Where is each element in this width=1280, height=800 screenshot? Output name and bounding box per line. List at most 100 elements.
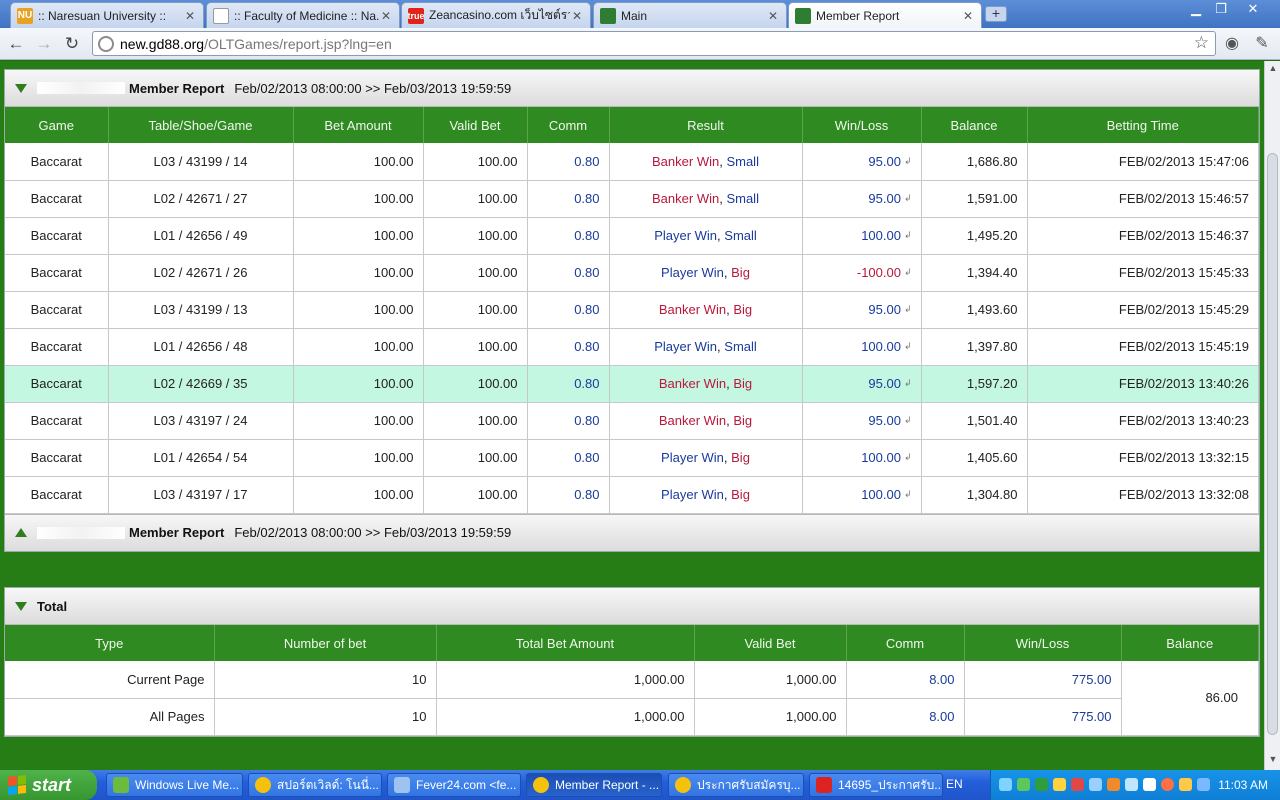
- task-fever24[interactable]: Fever24.com <fe...: [387, 773, 521, 797]
- volume-icon[interactable]: [1053, 778, 1066, 791]
- tray-app-icon[interactable]: [1089, 778, 1102, 791]
- signal-icon[interactable]: [1143, 778, 1156, 791]
- minimize-icon[interactable]: ▁: [1183, 0, 1209, 18]
- detail-arrow-icon[interactable]: ↲: [904, 156, 912, 166]
- tray-app-icon[interactable]: [1179, 778, 1192, 791]
- member-report-header[interactable]: Member Report Feb/02/2013 08:00:00 >> Fe…: [5, 70, 1259, 107]
- reload-icon[interactable]: ↻: [62, 34, 82, 54]
- win-loss-cell[interactable]: 100.00 ↲: [802, 217, 922, 255]
- detail-arrow-icon[interactable]: ↲: [904, 452, 912, 462]
- report-date-range: Feb/02/2013 08:00:00 >> Feb/03/2013 19:5…: [234, 80, 512, 96]
- tab-member-report[interactable]: Member Report ✕: [788, 2, 982, 28]
- collapse-triangle-icon[interactable]: [15, 601, 27, 611]
- result-cell[interactable]: Player Win, Small: [609, 328, 803, 366]
- tab-faculty-medicine[interactable]: :: Faculty of Medicine :: Na... ✕: [206, 2, 400, 28]
- collapse-triangle-icon[interactable]: [15, 83, 27, 93]
- detail-arrow-icon[interactable]: ↲: [904, 267, 912, 277]
- result-cell[interactable]: Banker Win, Big: [609, 365, 803, 403]
- member-report-header-2[interactable]: Member Report Feb/02/2013 08:00:00 >> Fe…: [5, 513, 1259, 551]
- task-member-report[interactable]: Member Report - ...: [526, 773, 662, 797]
- tray-app-icon[interactable]: [1035, 778, 1048, 791]
- total-header[interactable]: Total: [5, 588, 1259, 625]
- win-loss-cell[interactable]: 100.00 ↲: [802, 328, 922, 366]
- close-icon[interactable]: ✕: [379, 9, 393, 23]
- table-shoe-game-cell: L02 / 42671 / 26: [108, 254, 294, 292]
- tab-main[interactable]: Main ✕: [593, 2, 787, 28]
- tray-app-icon[interactable]: [1107, 778, 1120, 791]
- vertical-scrollbar[interactable]: ▲ ▼: [1264, 61, 1280, 770]
- col-type: Type: [5, 625, 215, 661]
- comm-cell: 0.80: [527, 143, 610, 181]
- network-icon[interactable]: [999, 778, 1012, 791]
- col-table-shoe-game: Table/Shoe/Game: [108, 107, 294, 143]
- detail-arrow-icon[interactable]: ↲: [904, 341, 912, 351]
- scroll-up-icon[interactable]: ▲: [1267, 63, 1279, 77]
- tray-app-icon[interactable]: [1125, 778, 1138, 791]
- task-pdf-document[interactable]: 14695_ประกาศรับ...: [809, 773, 943, 797]
- win-loss-cell[interactable]: 100.00 ↲: [802, 476, 922, 514]
- win-loss-cell[interactable]: 95.00 ↲: [802, 365, 922, 403]
- result-cell[interactable]: Banker Win, Small: [609, 180, 803, 218]
- col-game: Game: [5, 107, 109, 143]
- result-size: Big: [733, 302, 753, 317]
- close-icon[interactable]: ✕: [766, 9, 780, 23]
- win-loss-cell[interactable]: 95.00 ↲: [802, 402, 922, 440]
- tray-app-icon[interactable]: [1017, 778, 1030, 791]
- tray-app-icon[interactable]: [1071, 778, 1084, 791]
- result-cell[interactable]: Player Win, Small: [609, 217, 803, 255]
- win-loss-value: 95.00: [868, 302, 901, 317]
- expand-triangle-icon[interactable]: [15, 528, 27, 537]
- back-arrow-icon[interactable]: ←: [6, 34, 26, 54]
- result-cell[interactable]: Player Win, Big: [609, 439, 803, 477]
- game-cell: Baccarat: [5, 143, 109, 181]
- tab-naresuan[interactable]: NU :: Naresuan University :: ✕: [10, 2, 204, 28]
- scroll-down-icon[interactable]: ▼: [1267, 754, 1279, 768]
- task-windows-live-messenger[interactable]: Windows Live Me...: [106, 773, 243, 797]
- restore-icon[interactable]: ❐: [1208, 0, 1234, 18]
- wrench-menu-icon[interactable]: ✎: [1251, 33, 1273, 55]
- detail-arrow-icon[interactable]: ↲: [904, 415, 912, 425]
- scroll-thumb[interactable]: [1267, 153, 1278, 735]
- window-close-icon[interactable]: ✕: [1240, 0, 1266, 18]
- comm-cell: 8.00: [846, 661, 965, 699]
- count-cell: 10: [214, 661, 437, 699]
- detail-arrow-icon[interactable]: ↲: [904, 489, 912, 499]
- task-sportworld[interactable]: สปอร์ตเวิลด์: โนนี่...: [248, 773, 382, 797]
- close-icon[interactable]: ✕: [570, 9, 584, 23]
- win-loss-cell[interactable]: 100.00 ↲: [802, 439, 922, 477]
- task-announcement[interactable]: ประกาศรับสมัครบุ...: [668, 773, 804, 797]
- true-logo-icon: true: [408, 7, 425, 24]
- win-loss-value: 100.00: [861, 450, 901, 465]
- win-loss-cell[interactable]: 95.00 ↲: [802, 291, 922, 329]
- detail-arrow-icon[interactable]: ↲: [904, 193, 912, 203]
- win-loss-cell[interactable]: -100.00 ↲: [802, 254, 922, 292]
- address-bar[interactable]: new.gd88.org/OLTGames/report.jsp?lng=en …: [92, 31, 1216, 56]
- result-cell[interactable]: Banker Win, Big: [609, 291, 803, 329]
- detail-arrow-icon[interactable]: ↲: [904, 304, 912, 314]
- task-label: Windows Live Me...: [135, 778, 240, 792]
- win-loss-value: 95.00: [868, 413, 901, 428]
- win-loss-cell[interactable]: 95.00 ↲: [802, 143, 922, 181]
- betting-time-cell: FEB/02/2013 15:47:06: [1027, 143, 1259, 181]
- extension-eye-icon[interactable]: ◉: [1221, 33, 1243, 55]
- language-indicator[interactable]: EN: [946, 777, 963, 791]
- win-loss-cell[interactable]: 95.00 ↲: [802, 180, 922, 218]
- bet-amount-cell: 100.00: [293, 439, 424, 477]
- game-cell: Baccarat: [5, 402, 109, 440]
- bookmark-star-icon[interactable]: ☆: [1194, 33, 1209, 53]
- forward-arrow-icon[interactable]: →: [34, 34, 54, 54]
- result-cell[interactable]: Banker Win, Big: [609, 402, 803, 440]
- tray-app-icon[interactable]: [1197, 778, 1210, 791]
- tray-app-icon[interactable]: [1161, 778, 1174, 791]
- close-icon[interactable]: ✕: [183, 9, 197, 23]
- tab-zeancasino[interactable]: true Zeancasino.com เว็บไซต์รว... ✕: [401, 2, 591, 28]
- result-cell[interactable]: Player Win, Big: [609, 476, 803, 514]
- detail-arrow-icon[interactable]: ↲: [904, 230, 912, 240]
- close-icon[interactable]: ✕: [961, 9, 975, 23]
- new-tab-button[interactable]: +: [985, 6, 1007, 22]
- detail-arrow-icon[interactable]: ↲: [904, 378, 912, 388]
- result-cell[interactable]: Player Win, Big: [609, 254, 803, 292]
- result-cell[interactable]: Banker Win, Small: [609, 143, 803, 181]
- browser-toolbar: ← → ↻ new.gd88.org/OLTGames/report.jsp?l…: [0, 28, 1280, 60]
- start-button[interactable]: start: [0, 770, 97, 800]
